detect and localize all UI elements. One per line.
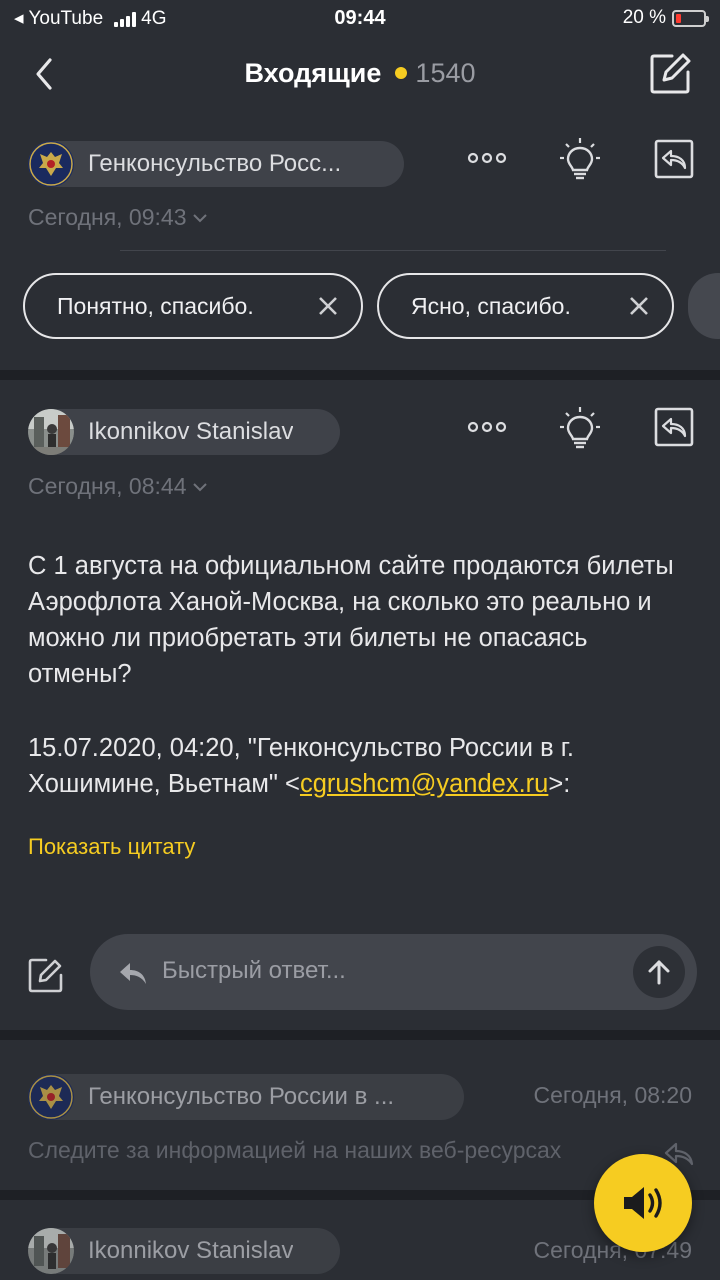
show-quote-link[interactable]: Показать цитату (28, 834, 195, 860)
folder-title[interactable]: Входящие 1540 (0, 58, 720, 89)
sender-chip[interactable]: Генконсульство Росс... (28, 141, 404, 187)
reply-all-icon (654, 139, 694, 179)
quick-reply-placeholder: Быстрый ответ... (162, 957, 346, 984)
sender-chip[interactable]: Ikonnikov Stanislav (28, 409, 340, 455)
send-button[interactable] (633, 946, 685, 998)
message-card-expanded: Ikonnikov Stanislav Сегодня, 08:44 С 1 а… (0, 380, 720, 1030)
unread-count: 1540 (415, 58, 476, 88)
battery-icon (672, 9, 709, 27)
date-text: Сегодня, 08:44 (28, 473, 187, 499)
send-arrow-icon (648, 960, 670, 985)
quick-reply-chip[interactable]: Понятно, спасибо. (23, 273, 363, 339)
edit-icon[interactable] (28, 957, 64, 993)
clock: 09:44 (334, 7, 386, 29)
smart-reply-button[interactable] (557, 407, 603, 453)
chevron-down-icon (193, 213, 208, 222)
bulb-icon (560, 138, 600, 180)
bulb-icon (560, 407, 600, 449)
coat-of-arms-icon (28, 1074, 74, 1120)
header: Входящие 1540 (0, 36, 720, 112)
reply-all-button[interactable] (651, 404, 697, 450)
date-text: Сегодня, 09:43 (28, 204, 187, 230)
coat-of-arms-icon (28, 141, 74, 187)
more-icon (467, 152, 507, 164)
sender-name: Ikonnikov Stanislav (88, 1237, 294, 1264)
sender-name: Генконсульство России в ... (88, 1083, 395, 1110)
quote-header: 15.07.2020, 04:20, "Генконсульство Росси… (28, 730, 698, 802)
message-date[interactable]: Сегодня, 08:44 (28, 473, 208, 500)
divider (120, 250, 666, 251)
sender-name: Ikonnikov Stanislav (88, 418, 294, 445)
more-button[interactable] (464, 404, 510, 450)
separator (0, 370, 720, 380)
quote-header-suffix: >: (548, 770, 571, 798)
quick-reply-label: Понятно, спасибо. (57, 292, 254, 319)
sender-chip[interactable]: Ikonnikov Stanislav (28, 1228, 340, 1274)
unread-dot (395, 66, 408, 79)
sender-chip[interactable]: Генконсульство России в ... (28, 1074, 464, 1120)
status-bar: ◂ YouTube 4G 09:44 20 % (0, 0, 720, 36)
compose-icon (650, 53, 691, 94)
close-icon[interactable] (628, 295, 650, 317)
folder-name: Входящие (244, 58, 382, 88)
message-date[interactable]: Сегодня, 09:43 (28, 204, 208, 231)
battery-fill (676, 13, 681, 23)
sender-name: Генконсульство Росс... (88, 150, 342, 177)
avatar (28, 1228, 74, 1274)
status-right: 20 % (622, 7, 709, 29)
chevron-down-icon (193, 482, 208, 491)
reply-all-icon (654, 407, 694, 447)
reply-all-button[interactable] (651, 136, 697, 182)
quick-reply-label: Ясно, спасибо. (411, 292, 571, 319)
close-icon[interactable] (317, 295, 339, 317)
smart-reply-button[interactable] (557, 138, 603, 184)
message-preview: Следите за информацией на наших веб-ресу… (28, 1137, 562, 1163)
message-time: Сегодня, 08:20 (533, 1082, 692, 1108)
message-body: С 1 августа на официальном сайте продают… (28, 552, 674, 688)
quick-reply-input[interactable]: Быстрый ответ... (90, 934, 697, 1010)
read-aloud-button[interactable] (594, 1154, 692, 1252)
more-button[interactable] (464, 135, 510, 181)
battery-percent: 20 % (622, 7, 666, 28)
separator (0, 1030, 720, 1040)
speaker-icon (624, 1187, 662, 1219)
message-card[interactable]: Генконсульство Росс... Сегодня, 09:43 По… (0, 112, 720, 370)
compose-button[interactable] (648, 52, 692, 96)
reply-arrow-icon (120, 963, 146, 984)
more-icon (467, 421, 507, 433)
quick-reply-chip[interactable]: Ясно, спасибо. (377, 273, 674, 339)
avatar (28, 409, 74, 455)
email-link[interactable]: cgrushcm@yandex.ru (300, 770, 548, 798)
